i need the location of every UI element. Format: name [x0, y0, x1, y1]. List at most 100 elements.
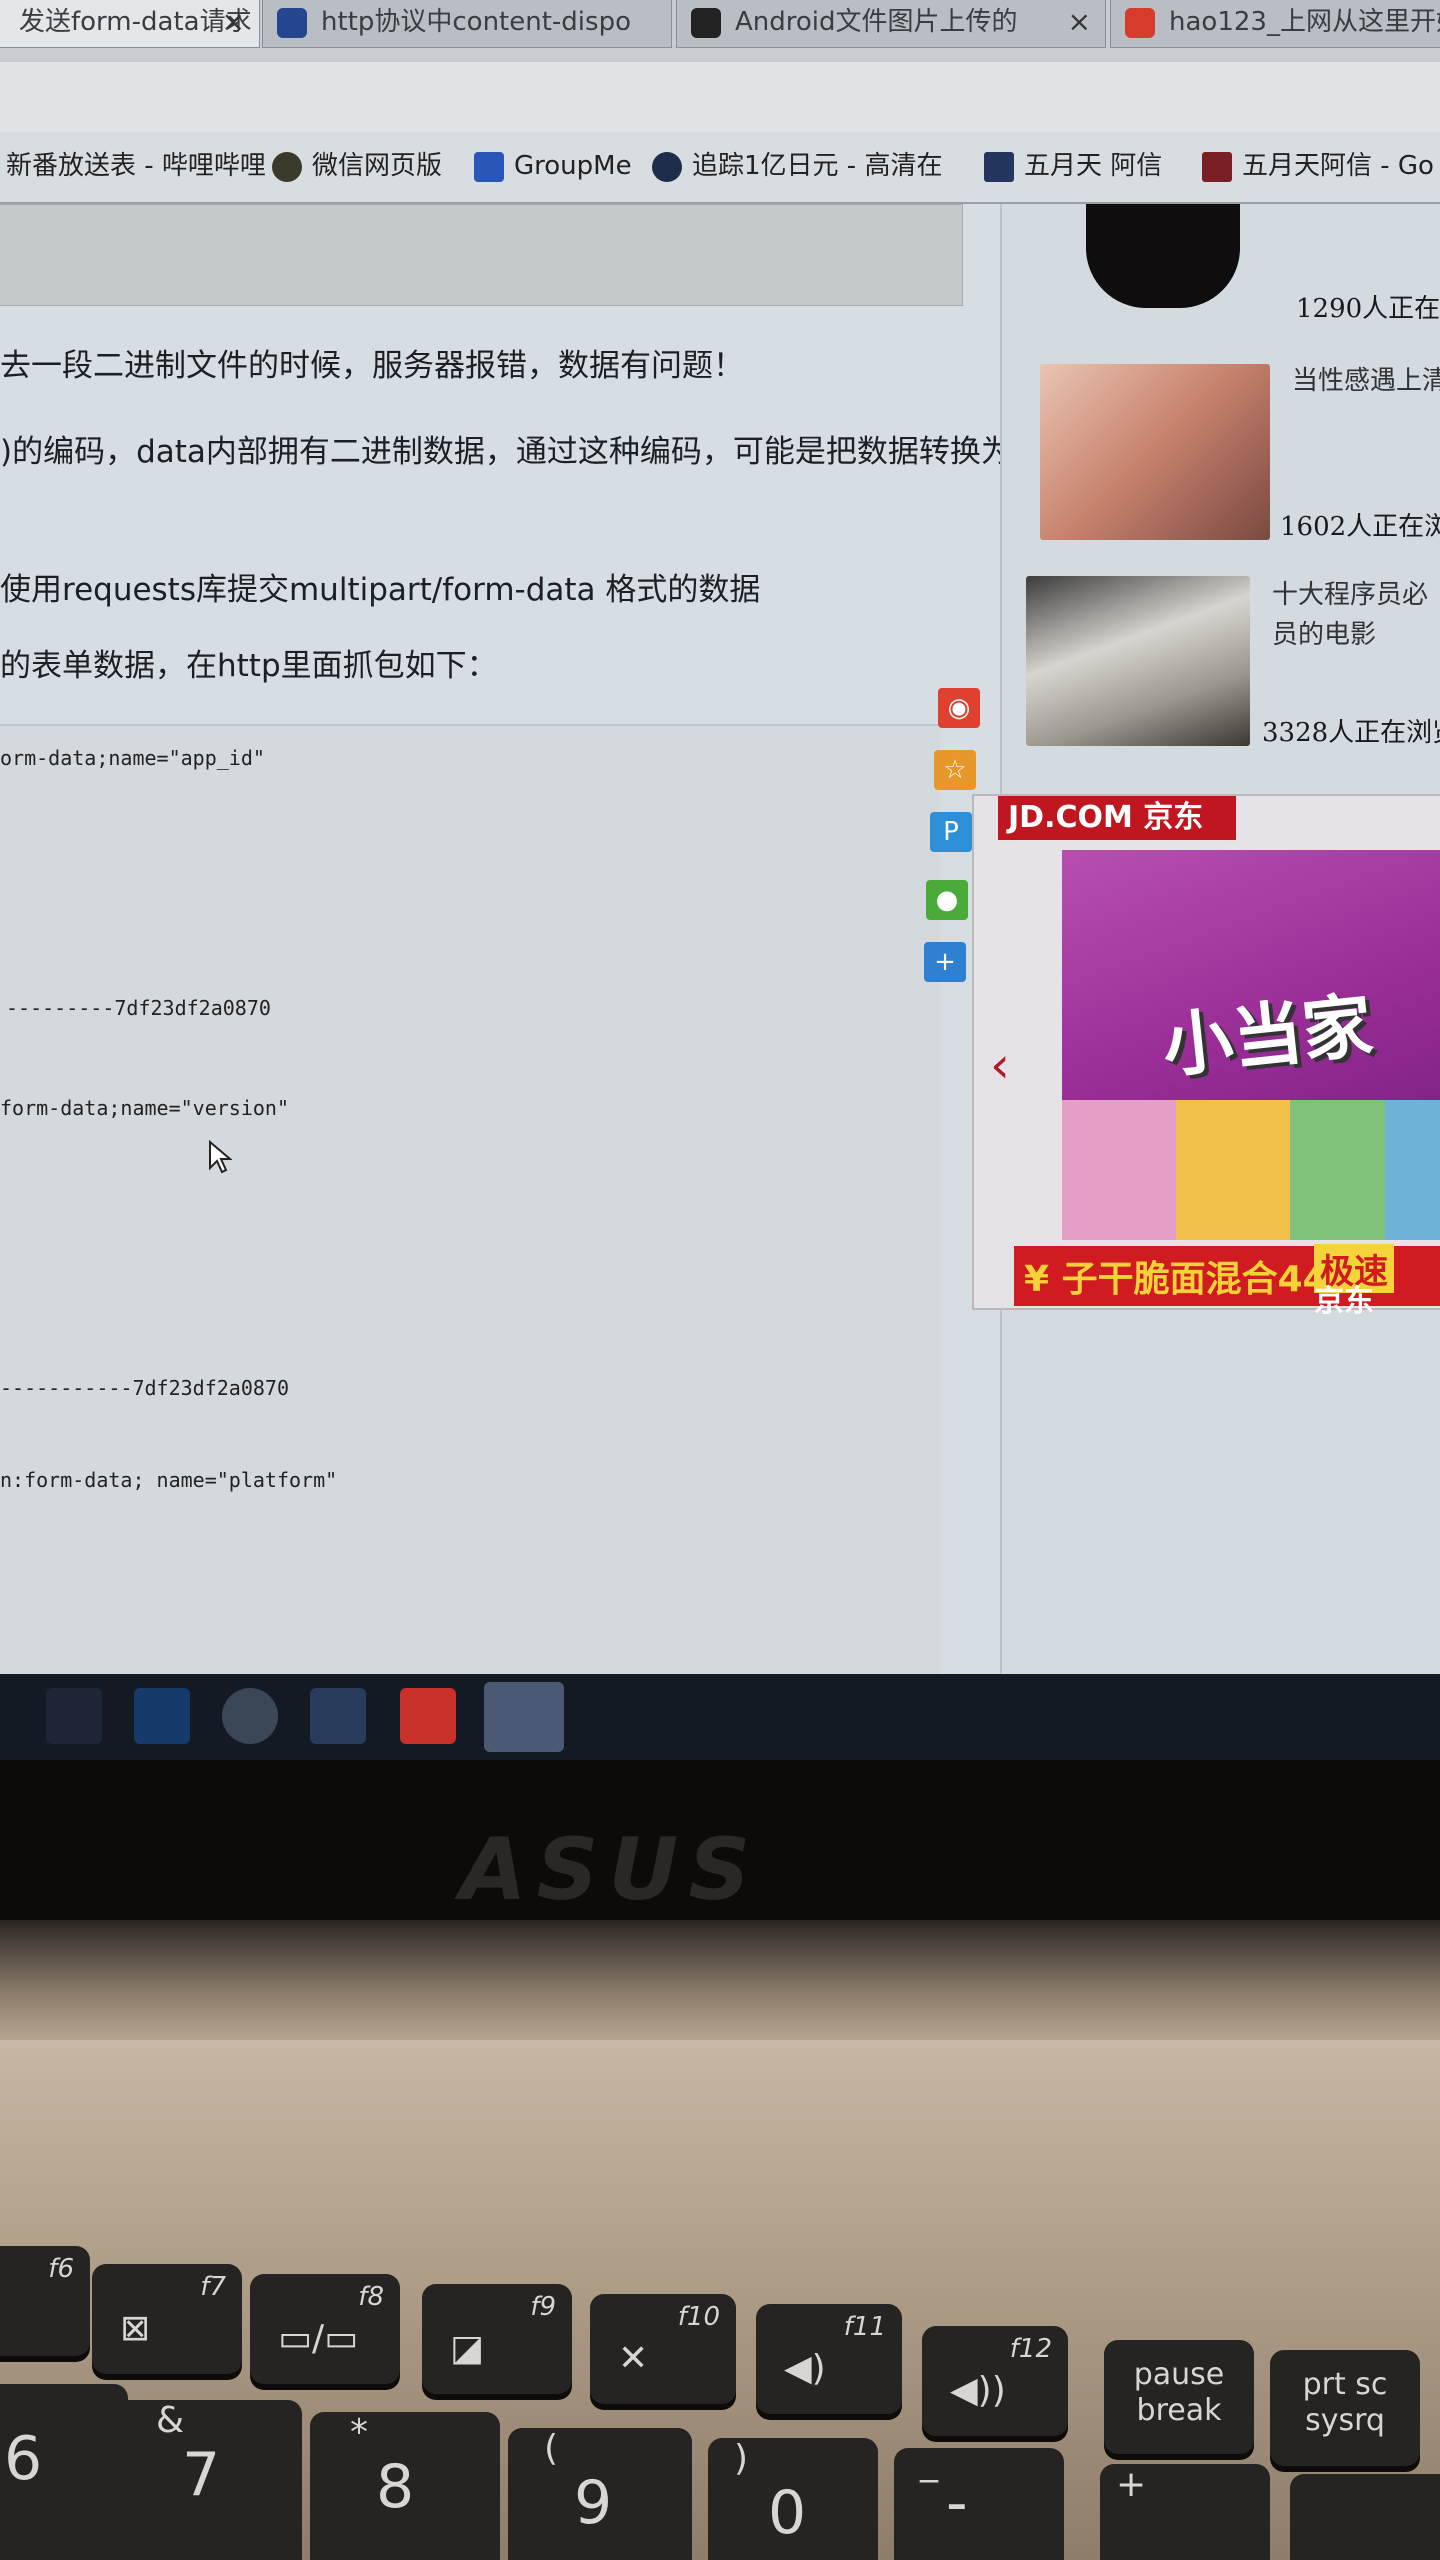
key-shift-label: )	[734, 2438, 749, 2479]
key-f12[interactable]: f12 ◀))	[922, 2326, 1068, 2436]
wechat-share-button[interactable]: ●	[926, 880, 968, 920]
key-f7[interactable]: f7 ⊠	[92, 2264, 242, 2374]
mouse-cursor-icon	[209, 1140, 232, 1174]
touchpad-icon: ◪	[450, 2328, 485, 2369]
key-plus[interactable]: +	[1100, 2464, 1270, 2560]
code-line: ---------7df23df2a0870	[6, 996, 271, 1020]
key-label: prt sc	[1302, 2367, 1388, 2402]
key-label: f7	[200, 2272, 226, 2302]
more-share-button[interactable]: +	[924, 942, 966, 982]
qzone-share-button[interactable]: P	[930, 812, 972, 852]
key-f9[interactable]: f9 ◪	[422, 2284, 572, 2394]
bookmark-tracking[interactable]: 追踪1亿日元 - 高清在	[652, 146, 942, 186]
key-f10[interactable]: f10 ✕	[590, 2294, 736, 2404]
article-thumbnail[interactable]	[1086, 204, 1240, 308]
article-title[interactable]: 十大程序员必	[1272, 574, 1428, 611]
article-thumbnail[interactable]	[1040, 364, 1270, 540]
plus-icon: +	[934, 947, 956, 977]
baidu-icon	[277, 8, 307, 38]
display-off-icon: ⊠	[120, 2308, 151, 2349]
csdn-icon	[691, 8, 721, 38]
facebook-icon	[984, 151, 1014, 182]
key-8[interactable]: * 8	[310, 2412, 500, 2560]
ad-promo-text: ¥ 子干脆面混合44袋	[1024, 1259, 1364, 1300]
store-icon[interactable]	[46, 1688, 102, 1744]
jd-logo: JD.COM 京东	[998, 796, 1236, 840]
bookmark-mayday-google[interactable]: 五月天阿信 - Go	[1202, 146, 1434, 186]
article-title-line2[interactable]: 员的电影	[1272, 614, 1376, 651]
tab-title: hao123_上网从这里开始	[1169, 7, 1440, 37]
bookmark-label: 追踪1亿日元 - 高清在	[692, 151, 943, 181]
key-f8[interactable]: f8 ▭/▭	[250, 2274, 400, 2384]
key-label: f6	[48, 2254, 74, 2284]
star-icon: ☆	[943, 755, 967, 785]
code-line: orm-data;name="app_id"	[0, 746, 265, 770]
close-icon[interactable]: ×	[1068, 0, 1091, 44]
key-minus[interactable]: _ -	[894, 2442, 1064, 2560]
key-label: 8	[376, 2452, 415, 2522]
article-paragraph: 使用requests库提交multipart/form-data 格式的数据	[0, 572, 761, 608]
matlab-icon[interactable]	[310, 1688, 366, 1744]
hao123-icon	[1125, 8, 1155, 38]
bookmark-label: 五月天阿信 - Go	[1242, 151, 1434, 181]
bookmark-mayday-facebook[interactable]: 五月天 阿信	[984, 146, 1162, 186]
ad-promo-banner: ¥ 子干脆面混合44袋 极速 京东	[1014, 1244, 1440, 1319]
key-label: 7	[182, 2440, 221, 2510]
key-shift-label: _	[920, 2442, 938, 2483]
address-bar[interactable]	[0, 62, 1440, 133]
tab-title: http协议中content-dispo	[321, 7, 631, 37]
laptop-hinge	[0, 1920, 1440, 2040]
code-line: -----------7df23df2a0870	[0, 1376, 289, 1400]
key-shift-label: +	[1116, 2464, 1147, 2505]
tab-title: 发送form-data请求	[19, 7, 252, 37]
key-shift-label: *	[350, 2412, 368, 2453]
article-title[interactable]: 当性感遇上清	[1292, 360, 1440, 397]
key-label: sysrq	[1305, 2403, 1385, 2438]
key-label: f11	[843, 2312, 886, 2342]
play-icon	[652, 151, 682, 182]
key-0[interactable]: ) 0	[708, 2438, 878, 2560]
chat-app-icon[interactable]	[222, 1688, 278, 1744]
key-f6[interactable]: f6	[0, 2246, 90, 2356]
bookmark-groupme[interactable]: GroupMe	[474, 146, 632, 186]
chrome-icon[interactable]	[484, 1682, 564, 1752]
key-label: f10	[677, 2302, 720, 2332]
chevron-left-icon[interactable]: ‹	[990, 1036, 1010, 1094]
jd-advertisement[interactable]: JD.COM 京东 ‹ 小当家 ¥ 子干脆面混合44袋 极速 京东	[972, 794, 1440, 1319]
edge-icon[interactable]	[134, 1688, 190, 1744]
tab-hao123[interactable]: hao123_上网从这里开始	[1110, 0, 1440, 48]
keyboard-deck: f6 f7 ⊠ f8 ▭/▭ f9 ◪ f10 ✕ f11 ◀) f12 ◀))…	[0, 2040, 1440, 2560]
bookmark-label: GroupMe	[514, 151, 632, 181]
key-backspace[interactable]	[1290, 2474, 1440, 2560]
page-content: 去一段二进制文件的时候，服务器报错，数据有问题！ )的编码，data内部拥有二进…	[0, 204, 1440, 1676]
key-6[interactable]: 6	[0, 2384, 128, 2560]
qzone-icon: P	[943, 817, 959, 847]
bookmark-wechat[interactable]: 微信网页版	[272, 146, 442, 186]
ad-product-packs	[1062, 1100, 1440, 1240]
key-f11[interactable]: f11 ◀)	[756, 2304, 902, 2414]
key-pause-break[interactable]: pause break	[1104, 2340, 1254, 2454]
article-thumbnail[interactable]	[1026, 576, 1250, 746]
bookmarks-bar: 新番放送表 - 哔哩哔哩 微信网页版 GroupMe 追踪1亿日元 - 高清在 …	[0, 132, 1440, 204]
key-prt-sc-sysrq[interactable]: prt sc sysrq	[1270, 2350, 1420, 2466]
key-shift-label: (	[544, 2428, 559, 2469]
key-7[interactable]: & 7	[112, 2400, 302, 2560]
tab-form-data[interactable]: 发送form-data请求 ×	[0, 0, 260, 48]
windows-taskbar	[0, 1674, 1440, 1760]
netease-music-icon[interactable]	[400, 1688, 456, 1744]
weibo-share-button[interactable]: ◉	[938, 688, 980, 728]
tab-content-disposition[interactable]: http协议中content-dispo	[262, 0, 672, 48]
favorite-share-button[interactable]: ☆	[934, 750, 976, 790]
browser-tab-bar: 发送form-data请求 × http协议中content-dispo And…	[0, 0, 1440, 62]
ad-jd-text: 京东	[1314, 1284, 1374, 1319]
close-icon[interactable]: ×	[222, 0, 245, 44]
quote-box	[0, 204, 963, 306]
weibo-icon: ◉	[947, 693, 971, 723]
key-label: -	[946, 2468, 968, 2538]
tab-android-upload[interactable]: Android文件图片上传的 ×	[676, 0, 1106, 48]
key-label: f12	[1009, 2334, 1052, 2364]
key-label: break	[1136, 2393, 1222, 2428]
key-label: f9	[530, 2292, 556, 2322]
key-9[interactable]: ( 9	[508, 2428, 692, 2560]
bookmark-bilibili[interactable]: 新番放送表 - 哔哩哔哩	[6, 146, 266, 186]
